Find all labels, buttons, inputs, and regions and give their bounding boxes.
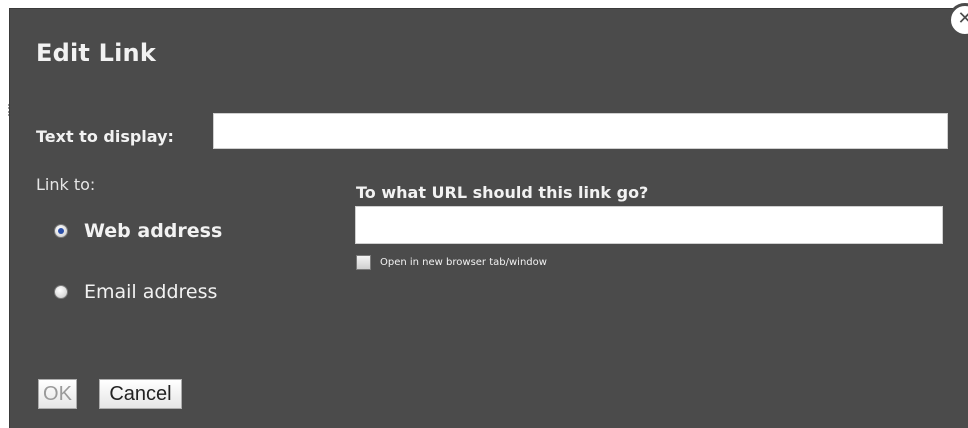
close-icon: ✕ xyxy=(957,8,968,29)
ok-button[interactable]: OK xyxy=(38,379,77,409)
radio-web-address-label: Web address xyxy=(84,220,223,242)
close-button[interactable]: ✕ xyxy=(948,3,968,37)
radio-button[interactable] xyxy=(54,285,68,299)
link-to-label: Link to: xyxy=(36,175,96,194)
radio-web-address[interactable]: Web address xyxy=(54,220,222,242)
radio-button-selected[interactable] xyxy=(54,224,68,238)
edit-link-dialog: Edit Link ✕ Text to display: Link to: We… xyxy=(9,3,968,428)
new-tab-checkbox[interactable] xyxy=(356,255,371,270)
text-to-display-label: Text to display: xyxy=(36,127,174,146)
new-tab-option[interactable]: Open in new browser tab/window xyxy=(356,255,547,270)
text-to-display-input[interactable] xyxy=(213,113,948,149)
radio-email-address-label: Email address xyxy=(84,281,218,303)
radio-email-address[interactable]: Email address xyxy=(54,281,217,303)
dialog-title: Edit Link xyxy=(36,39,156,67)
new-tab-label: Open in new browser tab/window xyxy=(380,257,547,268)
cancel-button[interactable]: Cancel xyxy=(99,379,182,409)
page-background-edge xyxy=(0,0,9,428)
url-question-label: To what URL should this link go? xyxy=(356,183,649,202)
url-input[interactable] xyxy=(355,206,943,244)
